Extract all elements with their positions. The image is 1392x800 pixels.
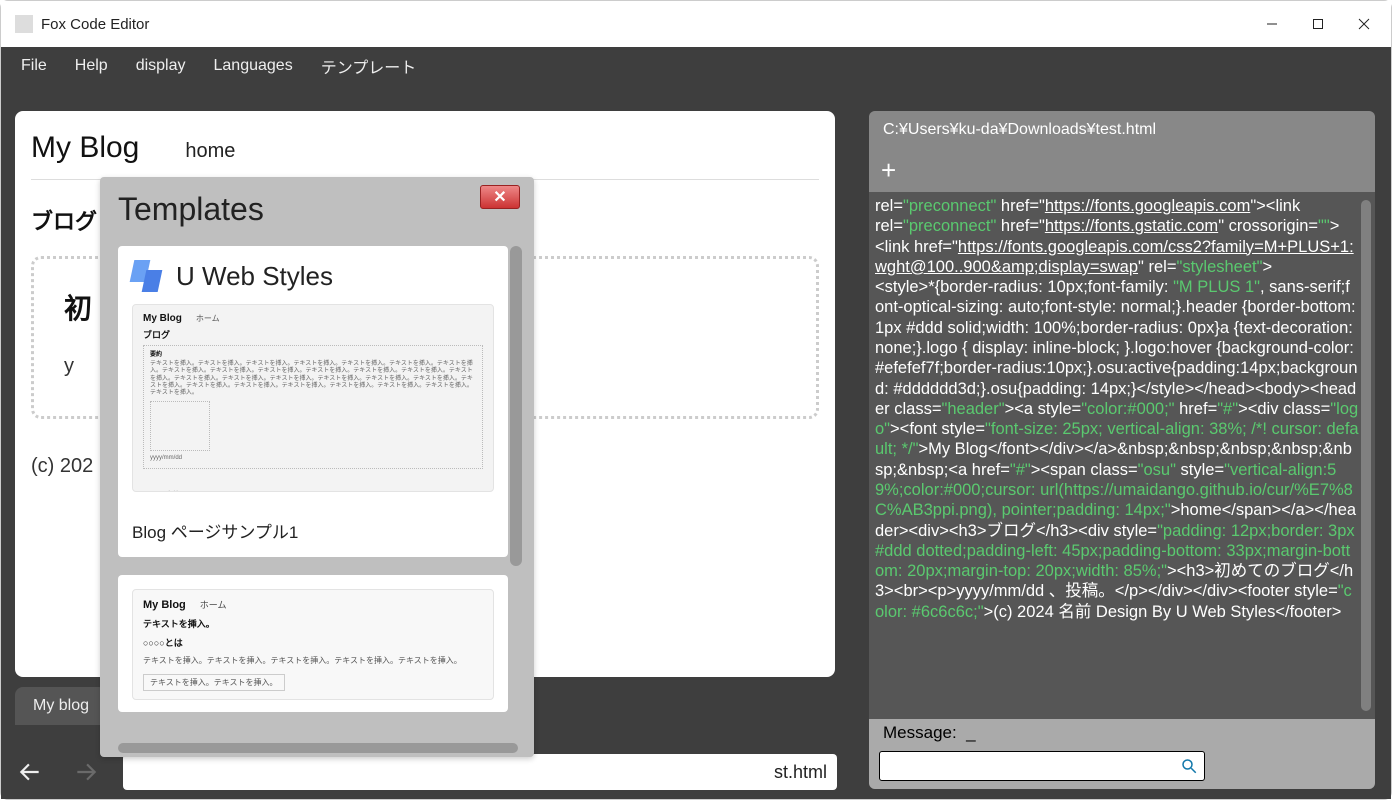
code-panel: C:¥Users¥ku-da¥Downloads¥test.html + rel… [869, 111, 1375, 789]
window-title: Fox Code Editor [41, 16, 149, 33]
right-scrollbar-gutter[interactable] [1375, 85, 1391, 799]
preview-blog-title: My Blog [31, 131, 139, 165]
template-brand: U Web Styles [132, 260, 494, 292]
work-area: My Blog home ブログ 初 y (c) 202 My blog st.… [1, 85, 1391, 799]
add-tab-button[interactable]: + [869, 149, 1375, 192]
templates-vertical-scrollbar[interactable] [510, 246, 522, 566]
file-path-tab[interactable]: C:¥Users¥ku-da¥Downloads¥test.html [869, 111, 1375, 149]
dialog-title: Templates [118, 191, 522, 228]
templates-dialog: ✕ Templates U Web Styles My Blogホーム ブログ [100, 177, 534, 757]
template-thumbnail-1: My Blogホーム ブログ 要約 テキストを挿入。テキストを挿入。テキストを挿… [132, 304, 494, 492]
plus-icon: + [881, 155, 896, 185]
menu-templates[interactable]: テンプレート [307, 47, 431, 85]
minimize-button[interactable] [1249, 1, 1295, 47]
dialog-close-button[interactable]: ✕ [480, 185, 520, 209]
code-vertical-scrollbar[interactable] [1361, 200, 1371, 711]
document-tabstrip: My blog [15, 687, 107, 725]
preview-nav-home[interactable]: home [185, 140, 235, 163]
back-button[interactable] [11, 753, 49, 791]
brand-logo-icon [132, 260, 164, 292]
template-thumbnail-2: My Blogホーム テキストを挿入。 ○○○○とは テキストを挿入。テキストを… [132, 589, 494, 700]
find-row [869, 747, 1375, 789]
menu-languages[interactable]: Languages [200, 47, 307, 85]
path-visible-text: st.html [774, 762, 827, 783]
menu-display[interactable]: display [122, 47, 200, 85]
find-input[interactable] [879, 751, 1205, 781]
message-label: Message: _ [869, 719, 1375, 747]
search-icon [1180, 757, 1198, 775]
app-icon [15, 15, 33, 33]
titlebar: Fox Code Editor [1, 1, 1391, 47]
menu-file[interactable]: File [7, 47, 61, 85]
close-button[interactable] [1341, 1, 1387, 47]
template-card-1[interactable]: U Web Styles My Blogホーム ブログ 要約 テキストを挿入。テ… [118, 246, 508, 557]
app-window: Fox Code Editor File Help display Langua… [0, 0, 1392, 800]
maximize-button[interactable] [1295, 1, 1341, 47]
template-card-1-label: Blog ページサンプル1 [118, 504, 508, 557]
forward-button[interactable] [67, 753, 105, 791]
template-card-2[interactable]: My Blogホーム テキストを挿入。 ○○○○とは テキストを挿入。テキストを… [118, 575, 508, 712]
document-tab[interactable]: My blog [15, 687, 107, 725]
menu-help[interactable]: Help [61, 47, 122, 85]
code-editor[interactable]: rel="preconnect" href="https://fonts.goo… [869, 192, 1375, 719]
path-input[interactable]: st.html [123, 754, 837, 790]
menubar: File Help display Languages テンプレート [1, 47, 1391, 85]
templates-horizontal-scrollbar[interactable] [118, 743, 518, 753]
